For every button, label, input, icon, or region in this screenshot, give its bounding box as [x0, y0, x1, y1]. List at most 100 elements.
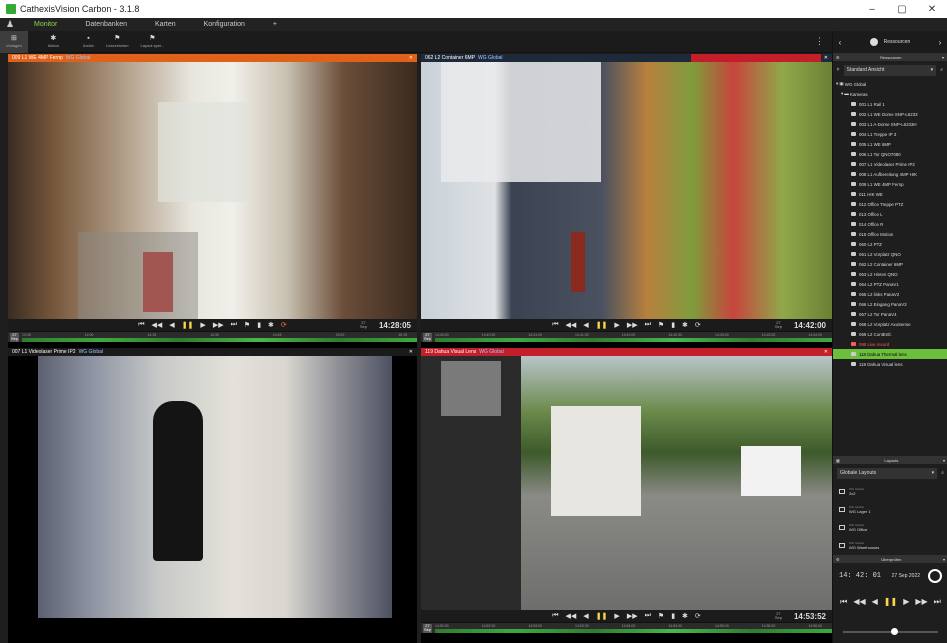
bookmark-icon[interactable]: ⚑	[658, 612, 664, 620]
camera-item[interactable]: 014 Office R	[833, 219, 947, 229]
close-icon[interactable]: ✕	[409, 349, 417, 355]
slider-handle[interactable]	[890, 628, 898, 635]
add-tab-button[interactable]: +	[259, 21, 291, 28]
camera-item[interactable]: 009 L1 WE 4MP Fernp	[833, 179, 947, 189]
camera-item[interactable]: 064 L2 PTZ PanaV1	[833, 279, 947, 289]
maximize-button[interactable]: ▢	[887, 4, 917, 15]
skip-start-icon[interactable]: ⏮	[552, 321, 558, 329]
tab-karten[interactable]: Karten	[141, 21, 190, 28]
pause-icon[interactable]: ❚❚	[182, 321, 194, 329]
rewind-icon[interactable]: ◀◀	[152, 321, 163, 329]
skip-end-icon[interactable]: ⏭	[645, 321, 651, 329]
skip-start-icon[interactable]: ⏮	[552, 612, 558, 620]
layout-item[interactable]: WG Global WG Office	[833, 518, 947, 536]
forward-icon[interactable]: ▶▶	[627, 321, 638, 329]
camera-item[interactable]: 007 L1 Videolaser Prime IP2	[833, 159, 947, 169]
archiv-button[interactable]: ▪ Archiv	[77, 31, 100, 53]
camera-item[interactable]: 061 L2 Vorplatz QNO	[833, 249, 947, 259]
camera-item[interactable]: 012 Office Treppe PTZ	[833, 199, 947, 209]
camera-item[interactable]: 065 L2 links PanaV2	[833, 289, 947, 299]
close-icon[interactable]: ✕	[409, 55, 417, 61]
step-back-icon[interactable]: ◀	[169, 321, 174, 329]
timeline[interactable]: 27 Sep 13:45 14:00 14:15 14:30 14:45 15:00 15:1…	[8, 331, 417, 342]
tree-node-wg[interactable]: ▾ ▣ WG Global	[833, 79, 947, 89]
play-icon[interactable]: ▶	[614, 612, 619, 620]
close-icon[interactable]: ✕	[824, 55, 832, 61]
speed-slider[interactable]	[843, 628, 938, 635]
step-back-icon[interactable]: ◀	[583, 321, 588, 329]
video-pane-3[interactable]: 007 L1 Videolaser Prime IP2 WG Global ✕	[8, 348, 417, 643]
aktion-button[interactable]: ✱ Aktion	[42, 31, 65, 53]
camera-item[interactable]: 060 L2 PTZ	[833, 239, 947, 249]
play-icon[interactable]: ▶	[614, 321, 619, 329]
pause-icon[interactable]: ❚❚	[596, 321, 608, 329]
layout-save-button[interactable]: ⚑ Layout spei...	[135, 31, 171, 53]
camera-item[interactable]: 069 L2 ContEntl.	[833, 329, 947, 339]
clock-icon[interactable]	[928, 569, 942, 583]
refresh-icon[interactable]: ⟳	[281, 321, 287, 329]
more-options-icon[interactable]: ⋮	[815, 36, 824, 47]
camera-item[interactable]: 005 L1 WE 6MP	[833, 139, 947, 149]
step-back-icon[interactable]: ◀	[583, 612, 588, 620]
playback-date[interactable]: 27 Sep 2022	[892, 573, 920, 579]
camera-item[interactable]: 066 L2 Eingang PanaV3	[833, 299, 947, 309]
playback-time[interactable]: 14: 42: 01	[839, 572, 881, 580]
view-dropdown[interactable]: Standard Ansicht ▾	[843, 64, 937, 76]
timeline[interactable]: 27 Sep 14:52:00 14:52:30 14:53:00 14:53:30 14…	[421, 622, 832, 633]
tab-monitor[interactable]: Monitor	[20, 21, 71, 28]
layout-item[interactable]: WG Global WG Warehouses	[833, 536, 947, 554]
camera-item[interactable]: 067 L2 Tor PanaV4	[833, 309, 947, 319]
camera-item[interactable]: 011 HIK WE	[833, 189, 947, 199]
tab-datenbanken[interactable]: Datenbanken	[71, 21, 141, 28]
collapse-icon[interactable]: ▾	[943, 458, 945, 463]
camera-item[interactable]: 118 Dahua Thermal lens	[833, 349, 947, 359]
close-icon[interactable]: ✕	[824, 349, 832, 355]
close-button[interactable]: ✕	[917, 4, 947, 15]
camera-item[interactable]: 062 L2 Container 6MP	[833, 259, 947, 269]
export-icon[interactable]: ▮	[671, 612, 675, 620]
bookmark-icon[interactable]: ⚑	[658, 321, 664, 329]
rewind-icon[interactable]: ◀◀	[566, 321, 577, 329]
minimize-button[interactable]: –	[857, 4, 887, 15]
play-icon[interactable]: ▶	[200, 321, 205, 329]
search-icon[interactable]: ⌕	[940, 67, 943, 73]
step-back-icon[interactable]: ◀	[872, 597, 878, 607]
bookmark-icon[interactable]: ⚑	[244, 321, 250, 329]
camera-item[interactable]: 063 L2 Hinten QNO	[833, 269, 947, 279]
tree-node-kameras[interactable]: ▾ ▬ Kameras	[833, 89, 947, 99]
timeline[interactable]: 27 Sep 14:40:00 14:40:30 14:41:00 14:41:30 14…	[421, 331, 832, 342]
refresh-icon[interactable]: ⟳	[695, 612, 701, 620]
camera-item[interactable]: 098 Live record	[833, 339, 947, 349]
skip-start-icon[interactable]: ⏮	[840, 597, 847, 607]
camera-item[interactable]: 008 L1 Aufbereitung 4MP HIK	[833, 169, 947, 179]
chevron-right-icon[interactable]: ›	[933, 38, 947, 47]
video-pane-1[interactable]: 009 L1 WE 4MP Fernp WG Global ✕ ⏮ ◀◀ ◀ ❚❚ ▶ ▶▶ ⏭…	[8, 54, 417, 352]
vorlagen-button[interactable]: ⊞ Vorlagen	[0, 30, 28, 53]
action-icon[interactable]: ✱	[682, 612, 688, 620]
layout-item[interactable]: WG Global 2x2	[833, 482, 947, 500]
video-pane-4[interactable]: 119 Dahua Visual Lens WG Global ✕ ⏮ ◀◀ ◀ ❚❚ ▶ ▶…	[421, 348, 832, 643]
skip-end-icon[interactable]: ⏭	[231, 321, 237, 329]
rewind-icon[interactable]: ◀◀	[566, 612, 577, 620]
pause-icon[interactable]: ❚❚	[596, 612, 608, 620]
forward-icon[interactable]: ▶▶	[627, 612, 638, 620]
forward-icon[interactable]: ▶▶	[915, 597, 927, 607]
camera-item[interactable]: 001 L1 Rail 1	[833, 99, 947, 109]
camera-item[interactable]: 068 L2 Vorplatz AxuSense	[833, 319, 947, 329]
action-icon[interactable]: ✱	[268, 321, 274, 329]
date-dropdown[interactable]: 27 Sep	[10, 333, 19, 342]
chevron-left-icon[interactable]: ‹	[833, 38, 847, 47]
camera-item[interactable]: 015 Office Motion	[833, 229, 947, 239]
camera-item[interactable]: 119 Dahua Visual lens	[833, 359, 947, 369]
export-icon[interactable]: ▮	[257, 321, 261, 329]
lesezeichen-button[interactable]: ⚑ Lesezeichen	[100, 31, 134, 53]
pause-icon[interactable]: ❚❚	[884, 597, 897, 607]
date-dropdown[interactable]: 27 Sep	[423, 624, 432, 633]
date-dropdown[interactable]: 27 Sep	[423, 333, 432, 342]
skip-end-icon[interactable]: ⏭	[645, 612, 651, 620]
action-icon[interactable]: ✱	[682, 321, 688, 329]
play-icon[interactable]: ▶	[903, 597, 909, 607]
camera-item[interactable]: 004 L1 Treppe IP 3	[833, 129, 947, 139]
collapse-icon[interactable]: ▾	[942, 55, 944, 60]
tab-konfiguration[interactable]: Konfiguration	[190, 21, 259, 28]
